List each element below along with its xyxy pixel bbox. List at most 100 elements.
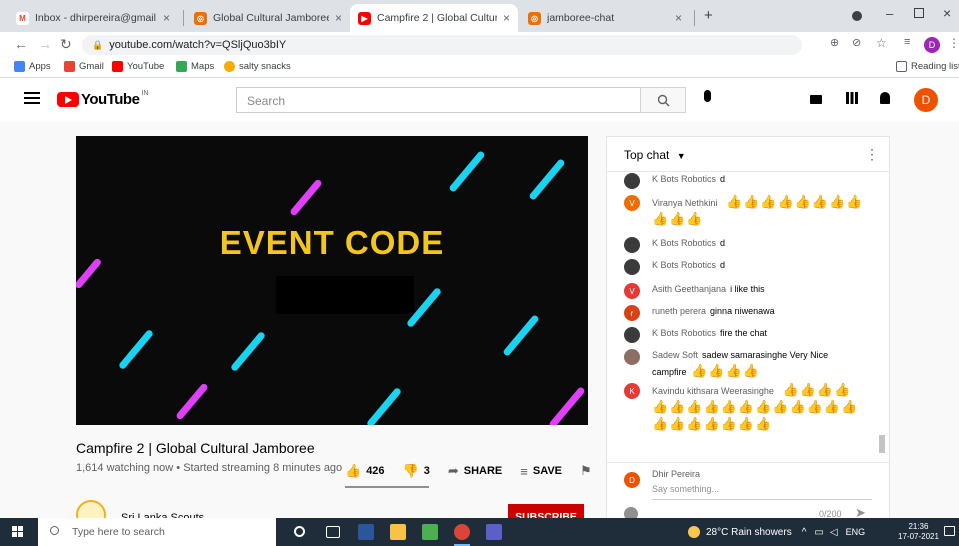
apps-grid-icon[interactable]: [846, 92, 858, 104]
maximize-icon[interactable]: [914, 8, 924, 18]
hamburger-menu-icon[interactable]: [24, 92, 40, 104]
chevron-up-icon[interactable]: ^: [802, 527, 807, 538]
youtube-logo[interactable]: YouTube IN: [57, 90, 148, 108]
windows-start-icon[interactable]: [12, 526, 24, 538]
bookmark-apps[interactable]: Apps: [14, 61, 51, 72]
chat-author-avatar[interactable]: [624, 237, 640, 253]
forward-arrow-icon[interactable]: →: [38, 36, 52, 52]
volume-icon[interactable]: ◁: [830, 527, 838, 538]
playlist-add-icon: ≡: [520, 463, 528, 479]
neon-streak: [175, 382, 209, 421]
bookmark-label: Maps: [191, 61, 215, 72]
bookmark-gmail[interactable]: Gmail: [64, 61, 104, 72]
chat-author-name[interactable]: K Bots Robotics: [652, 328, 716, 338]
bookmark-youtube[interactable]: YouTube: [112, 61, 164, 72]
cortana-icon[interactable]: [294, 526, 305, 537]
reading-mode-icon[interactable]: ≡: [904, 36, 910, 48]
bookmark-salty-snacks[interactable]: salty snacks: [224, 61, 291, 72]
chat-message-body: Viranya Nethkini 👍👍👍👍👍👍👍👍👍👍👍: [652, 194, 864, 228]
microphone-icon[interactable]: [704, 90, 711, 102]
reading-list-button[interactable]: Reading list: [896, 61, 959, 72]
bookmark-star-icon[interactable]: ☆: [876, 36, 887, 50]
tab-jamboree-chat[interactable]: ◎ jamboree-chat ×: [520, 4, 690, 32]
back-arrow-icon[interactable]: ←: [14, 36, 28, 52]
chat-author-avatar[interactable]: [624, 259, 640, 275]
install-icon[interactable]: ⊕: [830, 36, 839, 49]
chat-message-body: K Bots Robotics fire the chat: [652, 326, 864, 341]
bookmark-maps[interactable]: Maps: [176, 61, 214, 72]
chat-author-avatar[interactable]: V: [624, 283, 640, 299]
dislike-count: 3: [423, 465, 430, 477]
network-icon[interactable]: ▭: [814, 527, 823, 538]
tab-gmail-inbox[interactable]: M Inbox - dhirpereira@gmail.com - ×: [8, 4, 178, 32]
chat-author-avatar[interactable]: r: [624, 305, 640, 321]
tab-campfire-youtube[interactable]: ▶ Campfire 2 | Global Cultural Jamb ×: [350, 4, 518, 32]
reload-icon[interactable]: ↻: [60, 36, 72, 53]
share-button[interactable]: ➦ SHARE: [448, 463, 502, 479]
video-player[interactable]: EVENT CODE: [76, 136, 588, 425]
close-icon[interactable]: ×: [163, 11, 170, 25]
browser-menu-icon[interactable]: ⋮: [948, 36, 959, 50]
minimize-icon[interactable]: –: [886, 6, 893, 21]
notifications-bell-icon[interactable]: [880, 92, 890, 104]
browser-tab-strip: M Inbox - dhirpereira@gmail.com - × ◎ Gl…: [0, 0, 959, 32]
taskbar-search-input[interactable]: Type here to search: [38, 518, 276, 546]
word-icon[interactable]: [358, 524, 374, 540]
chat-author-name[interactable]: K Bots Robotics: [652, 238, 716, 248]
url-text: youtube.com/watch?v=QSljQuo3bIY: [109, 39, 287, 51]
profile-avatar[interactable]: D: [924, 37, 940, 53]
chat-more-icon[interactable]: ⋮: [865, 146, 879, 163]
chat-author-name[interactable]: Kavindu kithsara Weerasinghe: [652, 386, 774, 396]
chat-author-name[interactable]: runeth perera: [652, 306, 706, 316]
window-close-icon[interactable]: ×: [943, 5, 951, 21]
file-explorer-icon[interactable]: [390, 524, 406, 540]
share-label: SHARE: [463, 465, 503, 477]
chat-message-text: d: [720, 260, 726, 270]
create-video-icon[interactable]: [810, 95, 822, 104]
search-input[interactable]: Search: [236, 87, 640, 113]
chat-message-text: ginna niwenawa: [710, 306, 775, 316]
tab-search-icon[interactable]: [852, 11, 862, 21]
system-tray: 28°C Rain showers ^ ▭ ◁ ENG: [688, 518, 865, 546]
chat-author-name[interactable]: K Bots Robotics: [652, 174, 716, 184]
chat-author-avatar[interactable]: [624, 327, 640, 343]
language-indicator[interactable]: ENG: [846, 527, 866, 537]
search-button[interactable]: [640, 87, 686, 113]
chat-author-name[interactable]: K Bots Robotics: [652, 260, 716, 270]
chat-scrollbar[interactable]: [879, 435, 885, 453]
tab-title: Global Cultural Jamboree: [213, 12, 329, 24]
tab-global-cultural-jamboree[interactable]: ◎ Global Cultural Jamboree ×: [186, 4, 350, 32]
neon-streak: [528, 158, 566, 201]
chat-author-name[interactable]: Sadew Soft: [652, 350, 698, 360]
chat-author-name[interactable]: Asith Geethanjana: [652, 284, 726, 294]
chat-author-avatar[interactable]: [624, 349, 640, 365]
notification-center-icon[interactable]: [944, 526, 955, 536]
snack-icon: [224, 61, 235, 72]
close-icon[interactable]: ×: [675, 11, 682, 25]
clock[interactable]: 21:36 17-07-2021: [898, 522, 939, 542]
dislike-button[interactable]: 👎 3: [403, 463, 430, 479]
chat-message: Sadew Soft sadew samarasinghe Very Nice c…: [624, 348, 864, 380]
chat-author-avatar[interactable]: [624, 173, 640, 189]
like-count: 426: [366, 465, 385, 477]
new-tab-button[interactable]: +: [704, 7, 713, 24]
close-icon[interactable]: ×: [503, 11, 510, 25]
tracking-icon[interactable]: ⊘: [852, 36, 861, 49]
chat-author-avatar[interactable]: V: [624, 195, 640, 211]
photos-icon[interactable]: [422, 524, 438, 540]
url-field[interactable]: 🔒 youtube.com/watch?v=QSljQuo3bIY: [82, 35, 802, 55]
top-chat-dropdown[interactable]: Top chat ▼: [624, 148, 686, 162]
task-view-icon[interactable]: [326, 526, 340, 538]
user-avatar[interactable]: D: [914, 88, 938, 112]
chat-author-name[interactable]: Viranya Nethkini: [652, 198, 717, 208]
report-button[interactable]: ⚑: [580, 463, 597, 479]
chat-input[interactable]: Say something...: [652, 484, 719, 494]
chat-message-body: K Bots Robotics d: [652, 236, 864, 251]
weather-text[interactable]: 28°C Rain showers: [706, 527, 792, 538]
chrome-icon[interactable]: [454, 524, 470, 540]
save-button[interactable]: ≡ SAVE: [520, 464, 562, 479]
like-button[interactable]: 👍 426: [345, 463, 385, 479]
chat-author-avatar[interactable]: K: [624, 383, 640, 399]
close-icon[interactable]: ×: [335, 11, 342, 25]
teams-icon[interactable]: [486, 524, 502, 540]
